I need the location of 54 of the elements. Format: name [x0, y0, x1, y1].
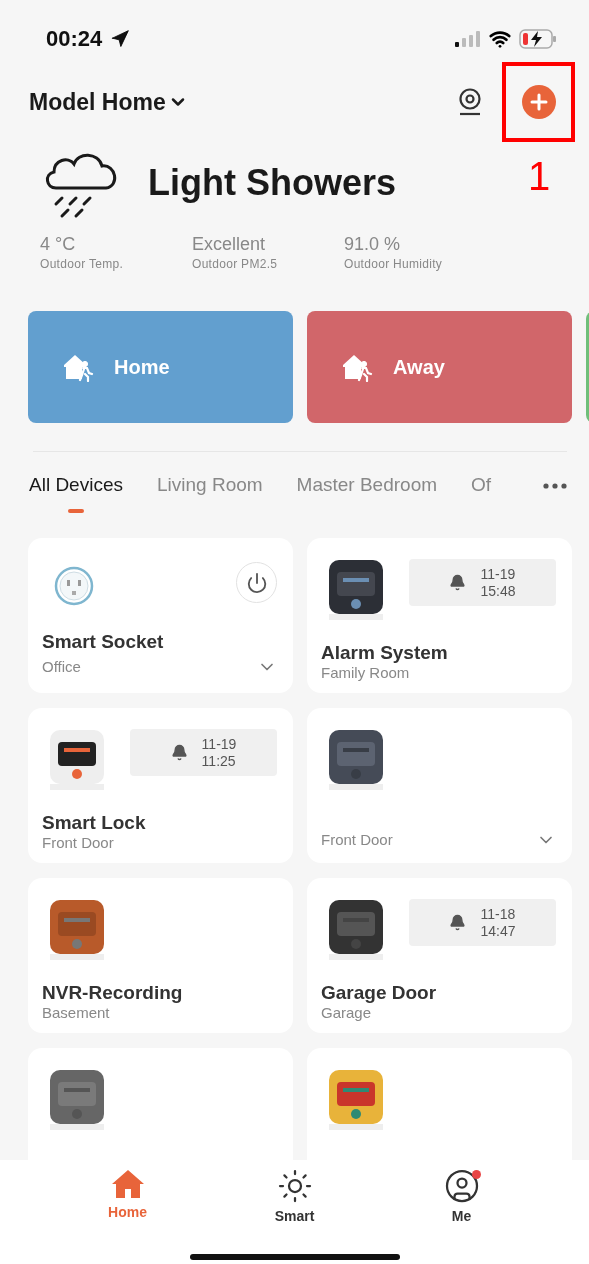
location-arrow-icon — [110, 29, 131, 49]
alert-time-chip: 11-18 14:47 — [409, 899, 556, 946]
camera-icon[interactable] — [458, 88, 482, 116]
wifi-icon — [489, 28, 511, 50]
bell-icon — [449, 574, 467, 591]
bell-icon — [449, 914, 467, 931]
device-name: NVR-Recording — [42, 982, 184, 1004]
device-room: Family Room — [321, 664, 410, 681]
sun-icon — [276, 1168, 313, 1204]
signal-icon — [455, 31, 481, 47]
house-walker-icon — [62, 352, 94, 382]
device-room: Garage — [321, 1004, 372, 1021]
add-button[interactable] — [521, 85, 556, 119]
device-name: Garage Door — [321, 982, 438, 1004]
device-card[interactable]: 11-19 11:25 Smart Lock Front Door — [28, 708, 293, 863]
socket-icon — [54, 566, 94, 606]
device-name: Smart Socket — [42, 630, 165, 653]
stat-label: Outdoor PM2.5 — [192, 257, 279, 271]
more-icon — [543, 483, 567, 489]
device-card[interactable] — [28, 1048, 293, 1160]
device-card[interactable] — [307, 1048, 572, 1160]
stat-value: 4 °C — [40, 234, 77, 255]
device-room: Front Door — [42, 834, 114, 851]
alert-time-chip: 11-19 11:25 — [130, 729, 277, 776]
stat-value: Excellent — [192, 234, 267, 255]
plus-icon — [528, 92, 549, 112]
alert-time-chip: 11-19 15:48 — [409, 559, 556, 606]
nav-tab[interactable]: Smart — [244, 1168, 345, 1224]
device-name: Alarm System — [321, 642, 449, 664]
device-room: Front Door — [321, 831, 393, 849]
status-time: 00:24 — [46, 26, 103, 52]
house-walker-icon — [341, 352, 373, 382]
stat-label: Outdoor Humidity — [344, 257, 444, 271]
power-button[interactable] — [236, 562, 277, 603]
scene-button[interactable]: Away — [307, 311, 572, 423]
annotation-label: 1 — [528, 154, 551, 199]
bell-icon — [170, 744, 188, 761]
device-card[interactable]: Smart Socket Office — [28, 538, 293, 693]
device-card[interactable]: NVR-Recording Basement — [28, 878, 293, 1033]
power-icon — [245, 571, 268, 594]
stat-value: 91.0 % — [344, 234, 402, 255]
device-card[interactable]: Front Door — [307, 708, 572, 863]
device-card[interactable]: 11-19 15:48 Alarm System Family Room — [307, 538, 572, 693]
device-card[interactable]: 11-18 14:47 Garage Door Garage — [307, 878, 572, 1033]
stat-label: Outdoor Temp. — [40, 257, 125, 271]
room-tab[interactable]: All Devices — [29, 474, 157, 513]
device-name: Smart Lock — [42, 812, 147, 834]
battery-icon — [519, 29, 557, 49]
home-selector[interactable]: Model Home — [29, 88, 188, 116]
weather-condition: Light Showers — [148, 162, 396, 204]
device-room: Office — [42, 658, 81, 676]
user-icon — [443, 1168, 480, 1204]
device-room: Basement — [42, 1004, 110, 1021]
nav-tab[interactable]: Me — [411, 1168, 512, 1224]
